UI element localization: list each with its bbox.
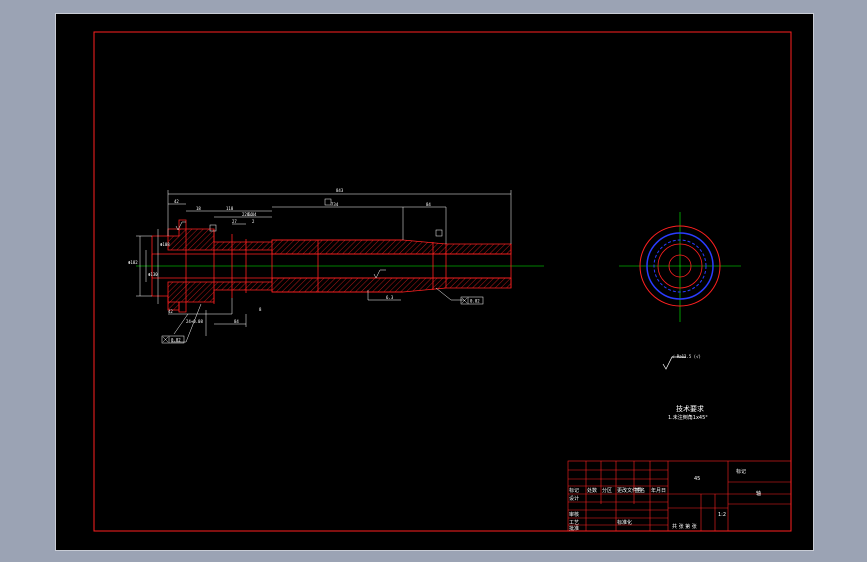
tb-role-2: 审核 <box>569 511 579 518</box>
tb-role-1: 设计 <box>569 495 579 502</box>
datum-box-top <box>209 198 443 237</box>
dim-segment-mid: 118 <box>226 206 234 211</box>
drawing-sheet: 843 42 18 118 56 734 84 228.44 27 2 Φ182… <box>55 13 814 551</box>
tb-scale: 1:2 <box>718 512 726 518</box>
dim-segment-mid2: 734 <box>331 202 339 207</box>
tb-header-3: 分区 <box>602 487 612 494</box>
hatch-top-wall <box>167 228 512 255</box>
dim-segment-small: 18 <box>196 206 201 211</box>
cad-drawing-canvas: 843 42 18 118 56 734 84 228.44 27 2 Φ182… <box>93 31 792 532</box>
dim-bottom-right: 84 <box>234 319 239 324</box>
tb-role-4: 标准化 <box>617 519 632 526</box>
svg-text:0.02: 0.02 <box>470 299 480 304</box>
dim-dia-mid: Φ130 <box>148 272 158 277</box>
dim-segment-left: 42 <box>174 199 179 204</box>
dim-bore-a: 2 <box>252 219 255 224</box>
dim-segment-right: 84 <box>426 202 431 207</box>
shaft-section-view: 843 42 18 118 56 734 84 228.44 27 2 Φ182… <box>128 188 544 344</box>
finish-note-small: 6.3 <box>386 295 394 300</box>
dim-segment-b: 228.44 <box>242 212 257 217</box>
tb-role-5: 批准 <box>569 525 579 532</box>
tb-header-6: 年月日 <box>651 487 666 494</box>
tolerance-frame-right: 0.02 <box>460 296 484 305</box>
dim-dia-left: Φ182 <box>128 260 138 265</box>
dim-overall-length: 843 <box>336 188 344 193</box>
tb-header-5: 签名 <box>635 487 645 494</box>
title-block-text: 标记 处数 分区 更改文件号 签名 年月日 设计 审核 工艺 标准化 批准 45… <box>569 468 761 532</box>
svg-text:0.02: 0.02 <box>171 338 181 343</box>
notes-item-1: 1.未注倒角1x45° <box>668 414 708 421</box>
tb-header-1: 标记 <box>569 487 579 494</box>
dim-bottom-left: 42 <box>168 309 173 314</box>
dim-depth: 8 <box>259 307 262 312</box>
dim-dia-main: Φ108 <box>160 242 170 247</box>
hatch-bottom-wall <box>167 277 512 311</box>
tb-drawing-no: 标记 <box>736 468 746 475</box>
notes-title: 技术要求 <box>676 404 704 413</box>
tb-part-name: 轴 <box>756 490 761 497</box>
tb-header-2: 处数 <box>587 487 597 494</box>
svg-text:√ Ra12.5 (√): √ Ra12.5 (√) <box>672 354 701 359</box>
dim-bottom-mid: 24+0.08 <box>186 319 203 324</box>
tb-sheet: 共 张 第 张 <box>672 523 697 530</box>
roughness-mark-1 <box>373 269 386 279</box>
shaft-end-view <box>619 212 741 322</box>
dim-height-small: 27 <box>232 219 237 224</box>
tb-material: 45 <box>694 476 700 482</box>
surface-finish-symbol: √ Ra12.5 (√) <box>662 354 701 370</box>
